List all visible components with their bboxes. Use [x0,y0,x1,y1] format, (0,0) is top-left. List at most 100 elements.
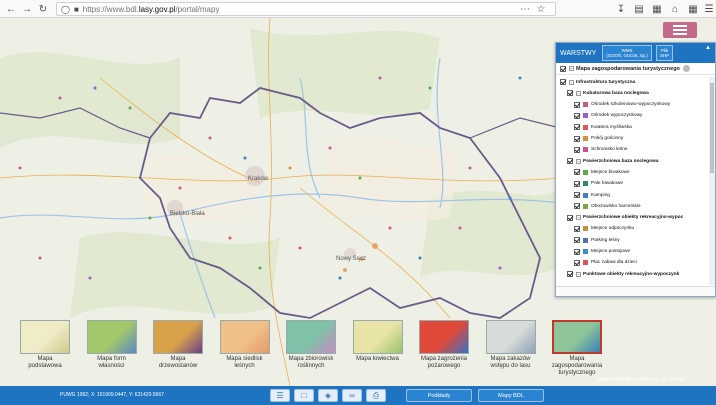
main-menu-button[interactable] [663,22,697,38]
layer-item[interactable]: Miejsce odpoczynku [574,224,634,234]
collapse-toggle-icon[interactable]: − [569,66,574,71]
basemap-thumbnail[interactable] [153,320,203,354]
scrollbar-thumb[interactable] [710,83,714,173]
bookmark-star-icon[interactable]: ☆ [534,2,548,16]
layer-item[interactable]: Obozowisko harcerskie [574,201,641,211]
basemap-thumbnail[interactable] [286,320,336,354]
basemap-option[interactable]: Mapa zagrożenia pożarowego [417,320,471,392]
info-icon[interactable] [682,65,690,72]
collapse-toggle-icon[interactable]: − [569,79,574,85]
layer-checkbox[interactable] [574,237,580,244]
layer-group[interactable]: − Powierzchniowe obiekty rekreacyjno-wypo… [567,213,683,223]
layer-checkbox[interactable] [574,192,580,198]
basemap-option[interactable]: Mapa zakazów wstępu do lasu [484,320,538,392]
layer-item[interactable]: Miejsce biwakowe [574,167,630,177]
basemap-thumbnail[interactable] [352,320,403,354]
layer-checkbox[interactable] [567,214,573,221]
forward-icon[interactable]: → [20,2,34,16]
library-icon[interactable]: ▤ [632,2,646,16]
basemap-thumbnail[interactable] [20,320,70,354]
basemap-thumbnail[interactable] [419,320,469,354]
map-title: Mapa zagospodarowania turystycznego [576,65,680,72]
layer-checkbox[interactable] [574,248,580,255]
shield-icon[interactable]: ◯ [61,5,70,14]
collapse-toggle-icon[interactable]: − [576,158,581,164]
menu-icon[interactable]: ☰ [702,2,716,16]
basemap-label-line: Mapa łowiectwa [356,356,399,362]
layers-panel-footer [556,286,715,296]
layers-icon[interactable]: ◈ [318,389,338,402]
layer-checkbox[interactable] [574,124,580,131]
hamburger-icon [673,29,687,31]
basemap-option[interactable]: Mapa podstawowa [18,320,72,392]
collapse-toggle-icon[interactable]: − [576,90,581,96]
layer-checkbox[interactable] [574,169,580,176]
basemap-label: Mapa zakazów wstępu do lasu [484,356,538,370]
layer-checkbox[interactable] [574,225,580,232]
page-actions-icon[interactable]: ⋯ [518,2,532,16]
layer-group[interactable]: − Infrastruktura turystyczna [560,77,635,87]
layer-checkbox[interactable] [567,158,573,165]
layer-checkbox[interactable] [574,101,580,108]
layer-group[interactable]: − Kubaturowa baza noclegowa [567,88,649,98]
layer-item[interactable]: Schronisko leśne [574,145,628,155]
list-icon[interactable]: ☰ [270,389,290,402]
basemap-option[interactable]: Mapa drzewostanów [151,320,205,392]
link-icon[interactable]: ∞ [342,389,362,402]
basemap-thumbnail[interactable] [219,320,270,354]
layer-item[interactable]: Pole biwakowe [574,179,623,189]
layer-label: Pokój gościnny [591,136,624,141]
layer-checkbox[interactable] [567,271,573,278]
tab-wms[interactable]: WMS (GDOŚ, GUGiK, itp.) [602,45,652,61]
layer-item[interactable]: Miejsce postojowe [574,247,630,257]
lock-icon[interactable]: ■ [74,5,79,14]
url-bar[interactable]: ◯ ■ https://www.bdl. lasy.gov.pl/portal/m… [56,2,556,16]
basemaps-button[interactable]: Podkłady [406,389,472,402]
back-icon[interactable]: ← [4,2,18,16]
layer-checkbox[interactable] [574,203,580,210]
basemap-label-line: zagospodarowania [551,363,603,369]
layer-label: Punktowe obiekty rekreacyjno-wypoczynk [583,271,680,277]
layer-item[interactable]: Kwatera myśliwska [574,122,632,132]
layer-checkbox[interactable] [574,259,580,266]
download-icon[interactable]: ↧ [614,2,628,16]
url-domain: lasy.gov.pl [138,4,176,14]
layer-item[interactable]: Ośrodek szkoleniowo-wypoczynkowy [574,100,670,110]
layer-item[interactable]: Pokój gościnny [574,134,623,144]
layer-item[interactable]: Parking leśny [574,235,620,245]
layer-checkbox[interactable] [574,135,580,142]
map-title-checkbox[interactable] [560,65,566,72]
bdl-maps-button[interactable]: Mapy BDL [478,389,544,402]
layer-checkbox[interactable] [574,146,580,153]
home-icon[interactable]: ⌂ [668,2,682,16]
layer-group[interactable]: − Punktowe obiekty rekreacyjno-wypoczynk [567,269,679,279]
extension-icon[interactable]: ▦ [686,2,700,16]
basemap-option[interactable]: Mapa form własności [85,320,139,392]
basemap-label-line: turystycznego [558,370,596,376]
basemap-thumbnail[interactable] [86,320,137,354]
print-icon[interactable]: ⎙ [366,389,386,402]
reload-icon[interactable]: ↻ [36,2,50,16]
basemap-option[interactable]: Mapa siedlisk leśnych [218,320,272,392]
layer-checkbox[interactable] [574,112,580,119]
basemap-option[interactable]: Mapa zbiorowisk roślinnych [284,320,338,392]
basemap-thumbnail[interactable] [552,320,602,354]
basemap-thumbnail[interactable] [485,320,536,354]
basemap-option[interactable]: Mapa łowiectwa [351,320,405,392]
collapse-icon[interactable]: ▲ [705,45,711,51]
basemap-label-line: Mapa form [97,356,126,362]
tab-shp[interactable]: Plik SHP [655,45,674,61]
layer-item[interactable]: Plac zabaw dla dzieci [574,258,637,268]
layer-item[interactable]: Ośrodek wypoczynkowy [574,111,642,121]
collapse-toggle-icon[interactable]: − [576,215,581,221]
collapse-toggle-icon[interactable]: − [576,271,581,277]
layer-group[interactable]: − Powierzchniowa baza noclegowa [567,156,658,166]
layer-checkbox[interactable] [574,180,580,187]
bottom-toolbar: PUWG 1992; X: 151909.0447, Y: 631420.566… [0,386,716,405]
layer-item[interactable]: Kamping [574,190,610,200]
copy-icon[interactable]: □ [294,389,314,402]
reader-icon[interactable]: ▦ [650,2,664,16]
layer-checkbox[interactable] [567,90,573,97]
layer-checkbox[interactable] [560,79,566,85]
layer-tree-scrollbar[interactable] [709,77,715,285]
